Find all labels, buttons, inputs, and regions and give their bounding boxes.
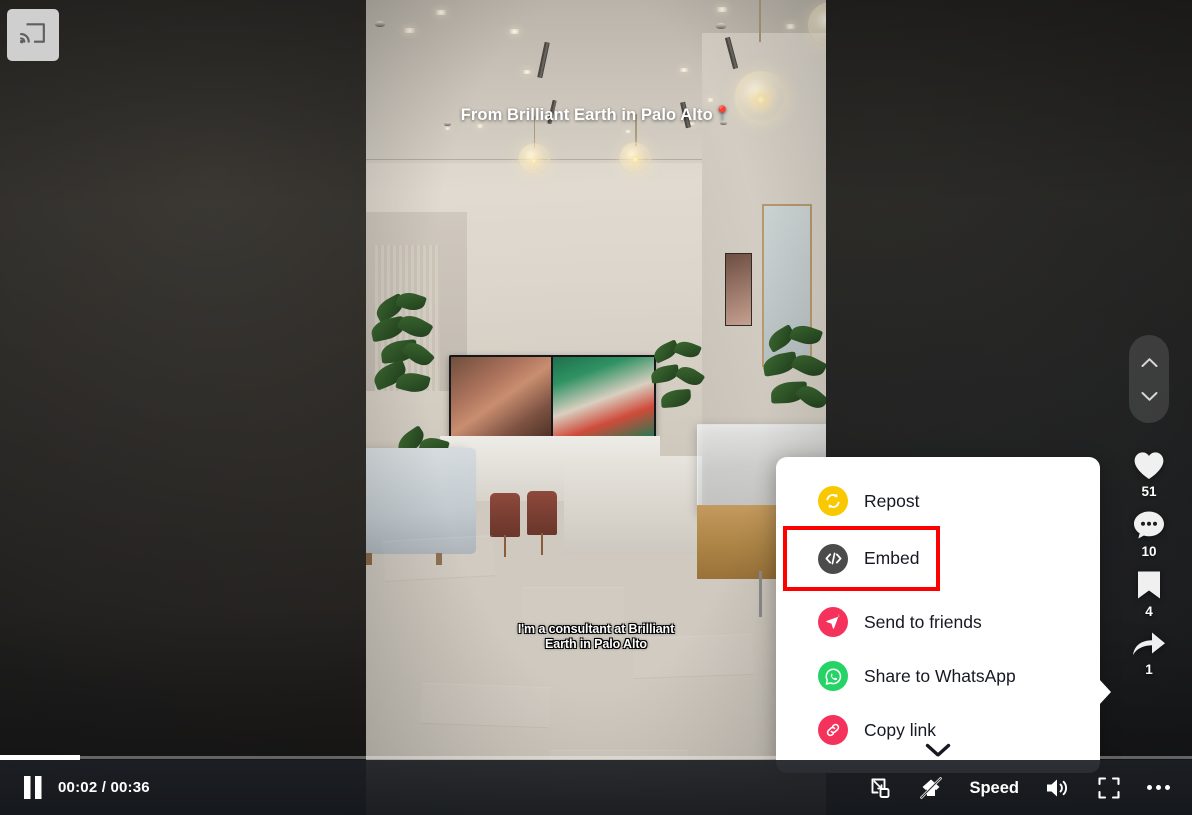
pause-button[interactable]: [22, 775, 44, 800]
pendant-lamp: [517, 143, 550, 176]
share-option-label: Copy link: [864, 719, 936, 740]
ceiling-light: [435, 9, 447, 15]
share-option-label: Share to WhatsApp: [864, 665, 1016, 686]
control-bar-left: 00:02 / 00:36: [0, 775, 150, 800]
video-caption-top: From Brilliant Earth in Palo Alto📍: [366, 105, 826, 125]
comment-icon: [1133, 510, 1165, 540]
bookmark-icon: [1136, 570, 1162, 600]
caption-bottom-line1: I'm a consultant at Brilliant: [517, 622, 675, 636]
ceiling-light: [402, 27, 416, 33]
ceiling-light: [508, 29, 520, 35]
pendant-rod: [759, 0, 761, 42]
share-option-label: Send to friends: [864, 611, 982, 632]
screen-left: [450, 356, 552, 436]
location-pin-icon: 📍: [713, 105, 732, 121]
control-bar-right: Speed: [869, 776, 1192, 800]
store-counter-front: [563, 456, 702, 555]
comment-count: 10: [1141, 544, 1157, 559]
ceiling-light: [784, 24, 796, 30]
share-option-label: Repost: [864, 490, 920, 511]
bookmark-count: 4: [1145, 604, 1153, 619]
ceiling-light: [444, 127, 452, 131]
chevron-up-icon[interactable]: [1141, 357, 1158, 368]
caption-bottom-line2: Earth in Palo Alto: [545, 637, 647, 651]
stool: [490, 493, 521, 558]
progress-track: [0, 756, 1192, 759]
stool: [527, 491, 557, 556]
security-camera: [715, 22, 726, 29]
share-option-send-to-friends[interactable]: Send to friends: [776, 600, 1100, 644]
share-option-label: Embed: [864, 548, 920, 568]
like-button[interactable]: 51: [1119, 451, 1179, 499]
ceiling-light: [678, 68, 689, 73]
repost-icon: [818, 486, 848, 516]
volume-icon[interactable]: [1045, 776, 1071, 800]
cast-icon: [20, 22, 46, 49]
caption-top-text: From Brilliant Earth in Palo Alto: [460, 106, 713, 124]
player-control-bar: 00:02 / 00:36 Speed: [0, 760, 1192, 815]
bookmark-button[interactable]: 4: [1119, 570, 1179, 619]
share-menu-pointer: [1099, 679, 1111, 705]
more-dots-icon[interactable]: [1147, 785, 1170, 790]
fullscreen-icon[interactable]: [1097, 776, 1121, 800]
share-button[interactable]: 1: [1119, 630, 1179, 677]
share-option-repost[interactable]: Repost: [776, 479, 1100, 523]
send-icon: [818, 607, 848, 637]
whatsapp-icon: [818, 661, 848, 691]
clear-display-icon[interactable]: [919, 776, 943, 800]
case-leg: [758, 570, 762, 617]
share-arrow-icon: [1132, 630, 1166, 658]
floor-plank: [420, 682, 551, 728]
share-menu-panel: Repost Embed Send to friends Share to Wh…: [776, 457, 1111, 773]
ceiling-light: [715, 6, 728, 12]
action-rail: 51 10 4 1: [1119, 335, 1179, 688]
share-count: 1: [1145, 662, 1153, 677]
code-icon: [818, 543, 848, 574]
video-player-app: From Brilliant Earth in Palo Alto📍 I'm a…: [0, 0, 1192, 815]
video-caption-bottom: I'm a consultant at Brilliant Earth in P…: [366, 622, 826, 652]
like-count: 51: [1141, 484, 1157, 499]
ceiling-light: [522, 70, 533, 75]
plant-center: [650, 338, 709, 428]
ceiling-light: [706, 97, 716, 102]
plant-right: [761, 321, 826, 436]
store-display-screens: [448, 354, 656, 438]
wall-art: [724, 252, 753, 326]
pendant-lamp: [619, 141, 651, 174]
floor-plank: [383, 535, 496, 582]
security-camera: [375, 21, 386, 28]
heart-icon: [1133, 451, 1165, 480]
plant-left: [368, 289, 439, 413]
chevron-down-icon[interactable]: [1141, 391, 1158, 402]
video-stage[interactable]: From Brilliant Earth in Palo Alto📍 I'm a…: [366, 0, 826, 815]
share-option-embed[interactable]: Embed: [783, 526, 940, 591]
link-icon: [818, 715, 848, 745]
cast-button[interactable]: [7, 9, 59, 61]
time-display: 00:02 / 00:36: [58, 779, 150, 796]
share-option-whatsapp[interactable]: Share to WhatsApp: [776, 654, 1100, 698]
screen-right: [553, 356, 654, 436]
comment-button[interactable]: 10: [1119, 510, 1179, 559]
pip-icon[interactable]: [869, 776, 893, 800]
video-navigation-pill: [1129, 335, 1169, 423]
ceiling-light: [623, 130, 632, 134]
